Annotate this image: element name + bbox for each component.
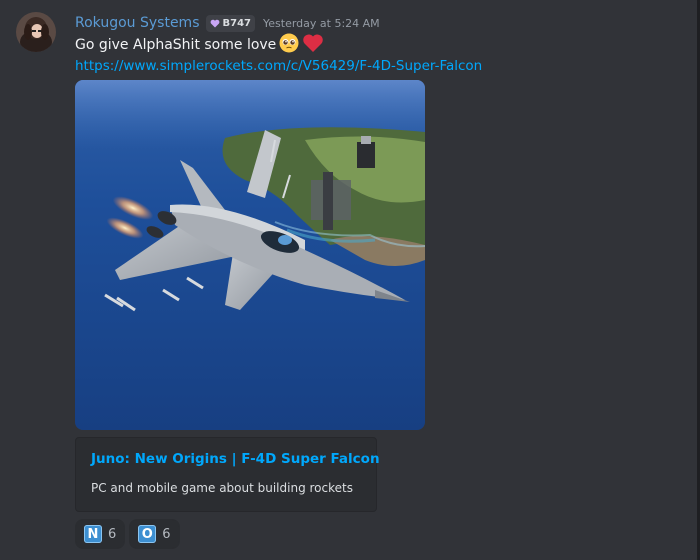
link-embed: Juno: New Origins | F-4D Super Falcon PC… xyxy=(75,437,380,512)
server-tag[interactable]: B747 xyxy=(205,14,255,32)
avatar-image xyxy=(16,12,56,52)
message-text: Go give AlphaShit some love xyxy=(75,37,277,53)
jet-aircraft-image xyxy=(75,80,425,430)
regional-indicator-n-icon: N xyxy=(84,525,102,543)
embed-title[interactable]: Juno: New Origins | F-4D Super Falcon xyxy=(91,451,380,467)
pleading-face-icon xyxy=(279,33,299,57)
reaction-count: 6 xyxy=(162,526,171,542)
attachment-image[interactable] xyxy=(75,80,425,430)
message-link[interactable]: https://www.simplerockets.com/c/V56429/F… xyxy=(75,58,482,74)
username[interactable]: Rokugou Systems xyxy=(75,15,200,31)
reactions-bar: N 6 O 6 xyxy=(75,519,180,549)
message-content: Go give AlphaShit some love xyxy=(75,33,324,57)
chat-message: Rokugou Systems B747 Yesterday at 5:24 A… xyxy=(0,0,697,560)
reaction-n[interactable]: N 6 xyxy=(75,519,126,549)
reaction-count: 6 xyxy=(108,526,117,542)
heart-badge-icon xyxy=(210,19,219,27)
regional-indicator-o-icon: O xyxy=(138,525,157,543)
server-tag-label: B747 xyxy=(222,17,252,29)
message-header: Rokugou Systems B747 Yesterday at 5:24 A… xyxy=(75,13,380,33)
reaction-o[interactable]: O 6 xyxy=(129,519,180,549)
embed-description: PC and mobile game about building rocket… xyxy=(91,481,353,495)
timestamp: Yesterday at 5:24 AM xyxy=(263,16,380,30)
red-heart-icon xyxy=(302,33,324,57)
avatar[interactable] xyxy=(16,12,56,52)
